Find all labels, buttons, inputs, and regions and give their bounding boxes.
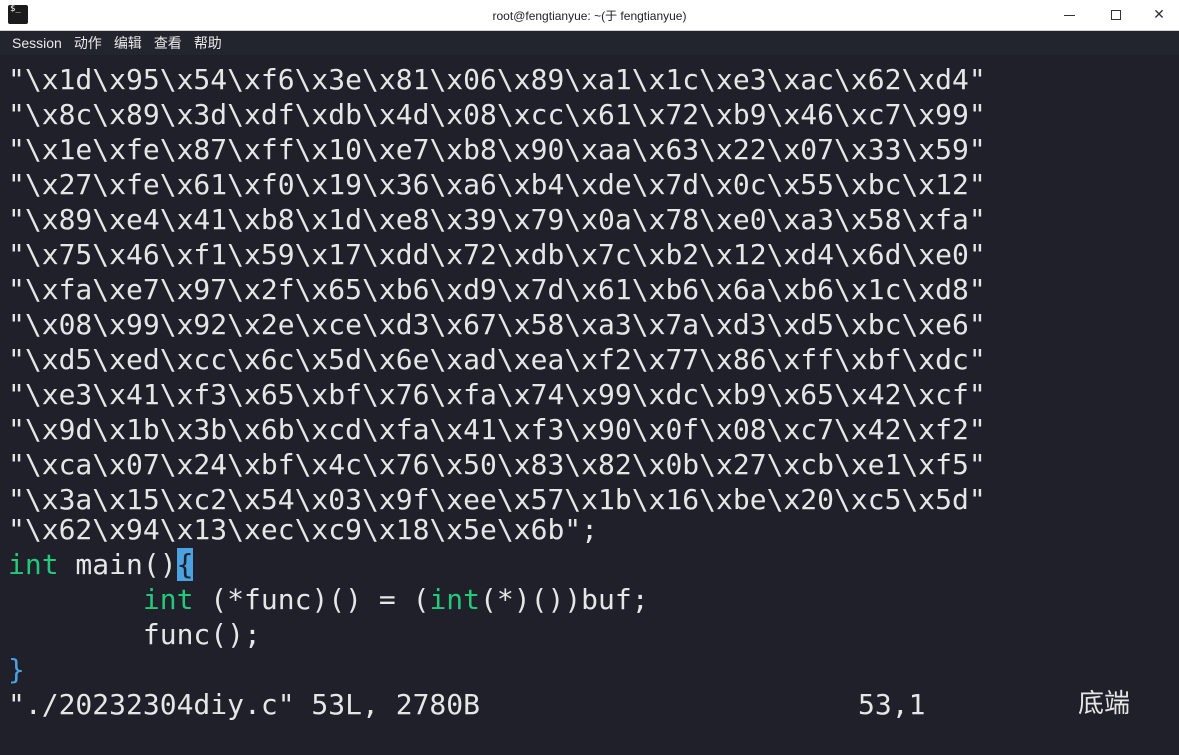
quote: " (8, 238, 25, 271)
main-signature: main() (58, 548, 177, 581)
code-line-string: "\xfa\xe7\x97\x2f\x65\xb6\xd9\x7d\x61\xb… (8, 272, 986, 307)
code-line-func-call: func(); (8, 618, 261, 651)
keyword-int: int (8, 548, 59, 581)
string-literal: \x89\xe4\x41\xb8\x1d\xe8\x39\x79\x0a\x78… (24, 203, 969, 236)
quote: " (968, 448, 986, 481)
code-line-string: "\x1d\x95\x54\xf6\x3e\x81\x06\x89\xa1\x1… (8, 62, 986, 97)
quote: " (8, 448, 25, 481)
quote: " (968, 483, 986, 516)
quote: " (968, 308, 986, 341)
string-literal: \xd5\xed\xcc\x6c\x5d\x6e\xad\xea\xf2\x77… (24, 343, 969, 376)
window-title: root@fengtianyue: ~(于 fengtianyue) (492, 9, 687, 23)
close-icon: ✕ (1153, 7, 1165, 23)
quote: " (8, 133, 25, 166)
menu-bar: Session 动作 编辑 查看 帮助 (0, 31, 1179, 55)
quote: " (8, 273, 25, 306)
code-line-func-decl: int (*func)() = (int(*)())buf; (8, 582, 649, 617)
string-literal: \x1e\xfe\x87\xff\x10\xe7\xb8\x90\xaa\x63… (24, 133, 969, 166)
title-bar: $_ root@fengtianyue: ~(于 fengtianyue) ✕ (0, 0, 1179, 31)
code-line-string: "\xd5\xed\xcc\x6c\x5d\x6e\xad\xea\xf2\x7… (8, 342, 986, 377)
quote: " (968, 63, 986, 96)
string-literal: \x9d\x1b\x3b\x6b\xcd\xfa\x41\xf3\x90\x0f… (24, 413, 969, 446)
string-literal: \x75\x46\xf1\x59\x17\xdd\x72\xdb\x7c\xb2… (24, 238, 969, 271)
string-literal: \xe3\x41\xf3\x65\xbf\x76\xfa\x74\x99\xdc… (24, 378, 969, 411)
minimize-icon (1063, 14, 1075, 16)
code-line-string: "\xca\x07\x24\xbf\x4c\x76\x50\x83\x82\x0… (8, 447, 986, 482)
code-line-last-string: "\x62\x94\x13\xec\xc9\x18\x5e\x6b"; (8, 513, 599, 546)
text-cursor: { (176, 548, 194, 581)
string-literal: \x08\x99\x92\x2e\xce\xd3\x67\x58\xa3\x7a… (24, 308, 969, 341)
status-scroll-position: 底端 (1078, 689, 1131, 719)
keyword-int: int (142, 583, 194, 616)
quote: " (968, 168, 986, 201)
code-line-string: "\x89\xe4\x41\xb8\x1d\xe8\x39\x79\x0a\x7… (8, 202, 986, 237)
terminal-area[interactable]: "\x3a\x15\xc2\x54\x03\x9f\xee\x57\x1b\x1… (0, 57, 1179, 755)
quote: " (968, 273, 986, 306)
quote: " (968, 98, 986, 131)
maximize-button[interactable] (1094, 0, 1138, 30)
quote: " (8, 378, 25, 411)
quote: " (8, 63, 25, 96)
string-literal: \x8c\x89\x3d\xdf\xdb\x4d\x08\xcc\x61\x72… (24, 98, 969, 131)
code-line-close-brace: } (8, 652, 25, 687)
quote: " (968, 343, 986, 376)
quote: " (8, 343, 25, 376)
string-literal: \xca\x07\x24\xbf\x4c\x76\x50\x83\x82\x0b… (24, 448, 969, 481)
quote: " (968, 133, 986, 166)
menu-actions[interactable]: 动作 (68, 33, 108, 53)
quote: " (8, 308, 25, 341)
status-cursor-position: 53,1 (858, 688, 926, 721)
string-literal: \x1d\x95\x54\xf6\x3e\x81\x06\x89\xa1\x1c… (24, 63, 969, 96)
string-literal: \x62\x94\x13\xec\xc9\x18\x5e\x6b (24, 513, 565, 546)
quote: " (968, 203, 986, 236)
code-line-string: "\x27\xfe\x61\xf0\x19\x36\xa6\xb4\xde\x7… (8, 167, 986, 202)
close-button[interactable]: ✕ (1137, 0, 1179, 30)
string-literal: \xfa\xe7\x97\x2f\x65\xb6\xd9\x7d\x61\xb6… (24, 273, 969, 306)
code-line-main: int main(){ (8, 547, 194, 582)
code-line-string: "\xe3\x41\xf3\x65\xbf\x76\xfa\x74\x99\xd… (8, 377, 986, 412)
quote: " (8, 98, 25, 131)
code-line-string: "\x75\x46\xf1\x59\x17\xdd\x72\xdb\x7c\xb… (8, 237, 986, 272)
quote: " (8, 168, 25, 201)
menu-help[interactable]: 帮助 (188, 33, 228, 53)
menu-session[interactable]: Session (6, 35, 68, 51)
quote: " (8, 413, 25, 446)
code-line-string: "\x08\x99\x92\x2e\xce\xd3\x67\x58\xa3\x7… (8, 307, 986, 342)
minimize-button[interactable] (1047, 0, 1091, 30)
status-file-info: "./20232304diy.c" 53L, 2780B (8, 688, 481, 721)
menu-view[interactable]: 查看 (148, 33, 188, 53)
func-decl-end: (*)())buf; (480, 583, 649, 616)
quote: " (968, 378, 986, 411)
code-line-string: "\x9d\x1b\x3b\x6b\xcd\xfa\x41\xf3\x90\x0… (8, 412, 986, 447)
quote: " (8, 203, 25, 236)
code-line-string: "\x1e\xfe\x87\xff\x10\xe7\xb8\x90\xaa\x6… (8, 132, 986, 167)
menu-edit[interactable]: 编辑 (108, 33, 148, 53)
quote: " (968, 413, 986, 446)
keyword-int: int (429, 583, 481, 616)
matching-brace: } (8, 653, 25, 686)
maximize-icon (1111, 10, 1121, 20)
code-line-string: "\x8c\x89\x3d\xdf\xdb\x4d\x08\xcc\x61\x7… (8, 97, 986, 132)
func-decl-mid: (*func)() = ( (193, 583, 430, 616)
string-literal: \x27\xfe\x61\xf0\x19\x36\xa6\xb4\xde\x7d… (24, 168, 969, 201)
quote: " (968, 238, 986, 271)
